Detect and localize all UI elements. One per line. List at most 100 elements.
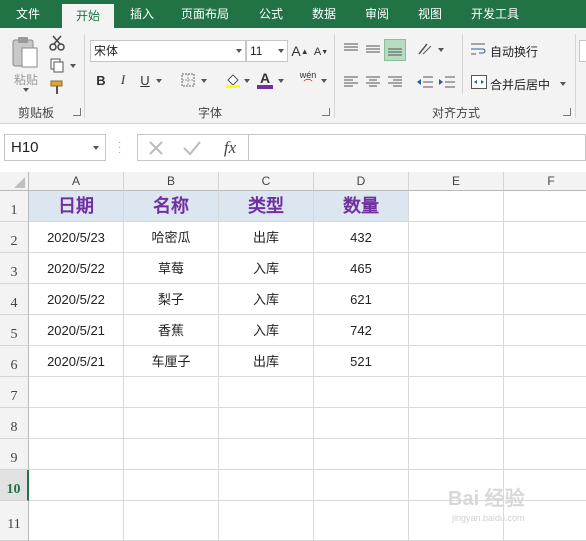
cell-d9[interactable] [314,439,409,470]
enter-check-icon[interactable] [182,138,202,158]
cell-c8[interactable] [219,408,314,439]
decrease-indent-icon[interactable] [416,74,434,90]
cell-b8[interactable] [124,408,219,439]
fill-color-icon[interactable] [224,71,242,89]
font-size-combo[interactable]: 11 [246,40,288,62]
cell-a6[interactable]: 2020/5/21 [29,346,124,377]
align-top-icon[interactable] [342,40,360,58]
cell-c2[interactable]: 出库 [219,222,314,253]
cell-b9[interactable] [124,439,219,470]
cell-b2[interactable]: 哈密瓜 [124,222,219,253]
align-center-icon[interactable] [364,74,382,90]
tab-page-layout[interactable]: 页面布局 [172,0,238,28]
insert-function-button[interactable]: fx [218,137,242,159]
italic-button[interactable]: I [116,72,130,88]
paste-dropdown-icon[interactable] [23,88,29,92]
cell-d2[interactable]: 432 [314,222,409,253]
cell-f6[interactable] [504,346,586,377]
cell-f8[interactable] [504,408,586,439]
cell-b4[interactable]: 梨子 [124,284,219,315]
cell-b3[interactable]: 草莓 [124,253,219,284]
format-painter-icon[interactable] [48,78,66,96]
paste-label[interactable]: 粘贴 [10,71,42,88]
decrease-font-size-icon[interactable]: A ▼ [313,44,329,60]
cell-d1[interactable]: 数量 [314,191,409,222]
row-header-4[interactable]: 4 [0,284,29,315]
row-header-8[interactable]: 8 [0,408,29,439]
wrap-text-label[interactable]: 自动换行 [490,43,538,60]
align-middle-icon[interactable] [364,40,382,58]
phonetic-dropdown-icon[interactable] [321,79,327,83]
underline-dropdown-icon[interactable] [156,79,162,83]
column-header-b[interactable]: B [124,172,219,191]
cell-a2[interactable]: 2020/5/23 [29,222,124,253]
cell-c4[interactable]: 入库 [219,284,314,315]
cell-f5[interactable] [504,315,586,346]
tab-data[interactable]: 数据 [300,0,348,28]
cell-e8[interactable] [409,408,504,439]
cell-f9[interactable] [504,439,586,470]
cell-c11[interactable] [219,501,314,541]
cell-e6[interactable] [409,346,504,377]
cell-a1[interactable]: 日期 [29,191,124,222]
cell-d10[interactable] [314,470,409,501]
font-color-dropdown-icon[interactable] [278,79,284,83]
column-header-d[interactable]: D [314,172,409,191]
column-header-f[interactable]: F [504,172,586,191]
font-dialog-launcher-icon[interactable] [322,108,330,116]
name-box[interactable]: H10 [4,134,106,161]
merge-center-dropdown-icon[interactable] [560,82,566,86]
cell-e7[interactable] [409,377,504,408]
cell-f1[interactable] [504,191,586,222]
cell-a9[interactable] [29,439,124,470]
merge-center-icon[interactable] [470,73,488,91]
cell-e9[interactable] [409,439,504,470]
borders-icon[interactable] [180,72,196,88]
cell-c10[interactable] [219,470,314,501]
clipboard-dialog-launcher-icon[interactable] [73,108,81,116]
cell-a11[interactable] [29,501,124,541]
copy-icon[interactable] [48,56,66,74]
tab-formulas[interactable]: 公式 [246,0,296,28]
column-header-c[interactable]: C [219,172,314,191]
select-all-corner[interactable] [0,172,29,191]
cell-a10[interactable] [29,470,124,501]
font-name-combo[interactable]: 宋体 [90,40,246,62]
row-header-2[interactable]: 2 [0,222,29,253]
cell-c9[interactable] [219,439,314,470]
fill-color-dropdown-icon[interactable] [244,79,250,83]
align-right-icon[interactable] [386,74,404,90]
tab-developer[interactable]: 开发工具 [462,0,528,28]
column-header-e[interactable]: E [409,172,504,191]
cell-c6[interactable]: 出库 [219,346,314,377]
cell-b10[interactable] [124,470,219,501]
row-header-9[interactable]: 9 [0,439,29,470]
cancel-entry-icon[interactable] [146,138,166,158]
number-format-combo-clipped[interactable] [579,40,586,62]
merge-center-label[interactable]: 合并后居中 [490,76,550,93]
cell-a7[interactable] [29,377,124,408]
cell-f2[interactable] [504,222,586,253]
tab-file[interactable]: 文件 [0,0,56,28]
paste-icon[interactable] [8,36,42,70]
orientation-icon[interactable] [416,40,436,58]
increase-font-size-icon[interactable]: A ▲ [291,42,308,60]
wrap-text-icon[interactable] [470,40,488,58]
cell-c7[interactable] [219,377,314,408]
cell-e2[interactable] [409,222,504,253]
row-header-3[interactable]: 3 [0,253,29,284]
cell-b5[interactable]: 香蕉 [124,315,219,346]
column-header-a[interactable]: A [29,172,124,191]
cell-e5[interactable] [409,315,504,346]
cell-c1[interactable]: 类型 [219,191,314,222]
font-color-button[interactable]: A [256,70,274,90]
bold-button[interactable]: B [94,72,108,88]
cell-a8[interactable] [29,408,124,439]
cell-c5[interactable]: 入库 [219,315,314,346]
worksheet-grid[interactable]: ABCDEF 1 2 3 4 5 6 7 8 9 10 11 日期 名称 类型 数量 2020/5/23 哈密… [0,172,586,541]
cell-e1[interactable] [409,191,504,222]
row-header-10[interactable]: 10 [0,470,29,501]
cell-d7[interactable] [314,377,409,408]
formula-input[interactable] [249,134,586,161]
cell-a3[interactable]: 2020/5/22 [29,253,124,284]
